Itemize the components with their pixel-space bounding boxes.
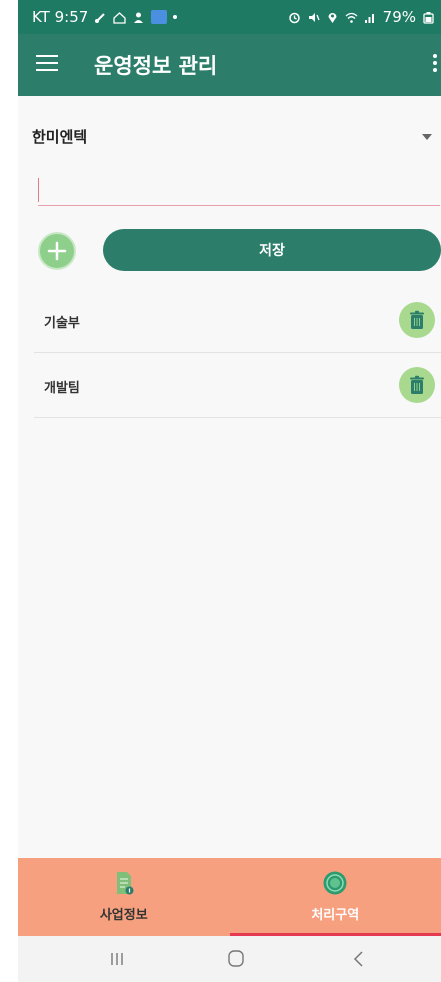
home-circle-icon [228,950,244,967]
department-list: 기술부 개발팀 [34,288,441,418]
status-bar-left: KT 9:57 [32,8,178,26]
department-input-wrapper [38,178,440,206]
status-bar: KT 9:57 79% [18,0,441,34]
system-navigation-bar [18,936,441,982]
back-chevron-icon [353,951,363,967]
dropdown-selected-value: 한미엔텍 [32,128,88,146]
delete-button[interactable] [399,302,435,338]
carrier-time: KT 9:57 [32,8,89,26]
save-button[interactable]: 저장 [103,229,441,271]
list-item-label: 개발팀 [44,381,80,396]
hamburger-menu-icon[interactable] [36,55,58,73]
tab-label: 처리구역 [311,908,360,923]
battery-icon [422,11,435,24]
bottom-navigation: 사업정보 처리구역 [18,858,441,936]
wifi-icon [345,11,358,24]
document-icon [111,870,137,896]
back-button[interactable] [344,948,374,970]
company-dropdown[interactable]: 한미엔텍 [32,122,432,158]
battery-percent: 79% [382,8,416,26]
recent-apps-icon [111,953,123,965]
plus-icon [47,241,67,261]
target-circle-icon [322,870,348,896]
tab-processing-zone[interactable]: 처리구역 [229,858,441,936]
person-icon [132,11,145,24]
trash-icon [410,310,424,329]
list-item-label: 기술부 [44,316,80,331]
location-icon [326,11,339,24]
home-button[interactable] [221,948,251,970]
home-icon [113,11,126,24]
mute-icon [307,11,320,24]
status-bar-right: 79% [288,8,435,26]
page-title: 운영정보 관리 [94,54,218,78]
recent-apps-button[interactable] [102,948,132,970]
dropdown-arrow-icon [422,134,432,140]
alarm-icon [288,11,301,24]
trash-icon [410,375,424,394]
notification-dot-icon [173,15,178,19]
gallery-icon [151,10,168,24]
list-item: 기술부 [34,288,441,353]
department-input[interactable] [38,178,440,202]
app-frame: KT 9:57 79% 운영정보 관리 한미엔텍 저장 기술부 개발팀 사업정보… [18,0,441,982]
tab-label: 사업정보 [99,908,148,923]
delete-button[interactable] [399,367,435,403]
list-item: 개발팀 [34,353,441,418]
app-bar: 운영정보 관리 [18,34,441,96]
signal-icon [364,11,377,24]
link-icon [94,11,107,24]
add-button[interactable] [38,232,76,270]
tab-business-info[interactable]: 사업정보 [18,858,230,936]
overflow-menu-icon[interactable] [433,54,437,74]
